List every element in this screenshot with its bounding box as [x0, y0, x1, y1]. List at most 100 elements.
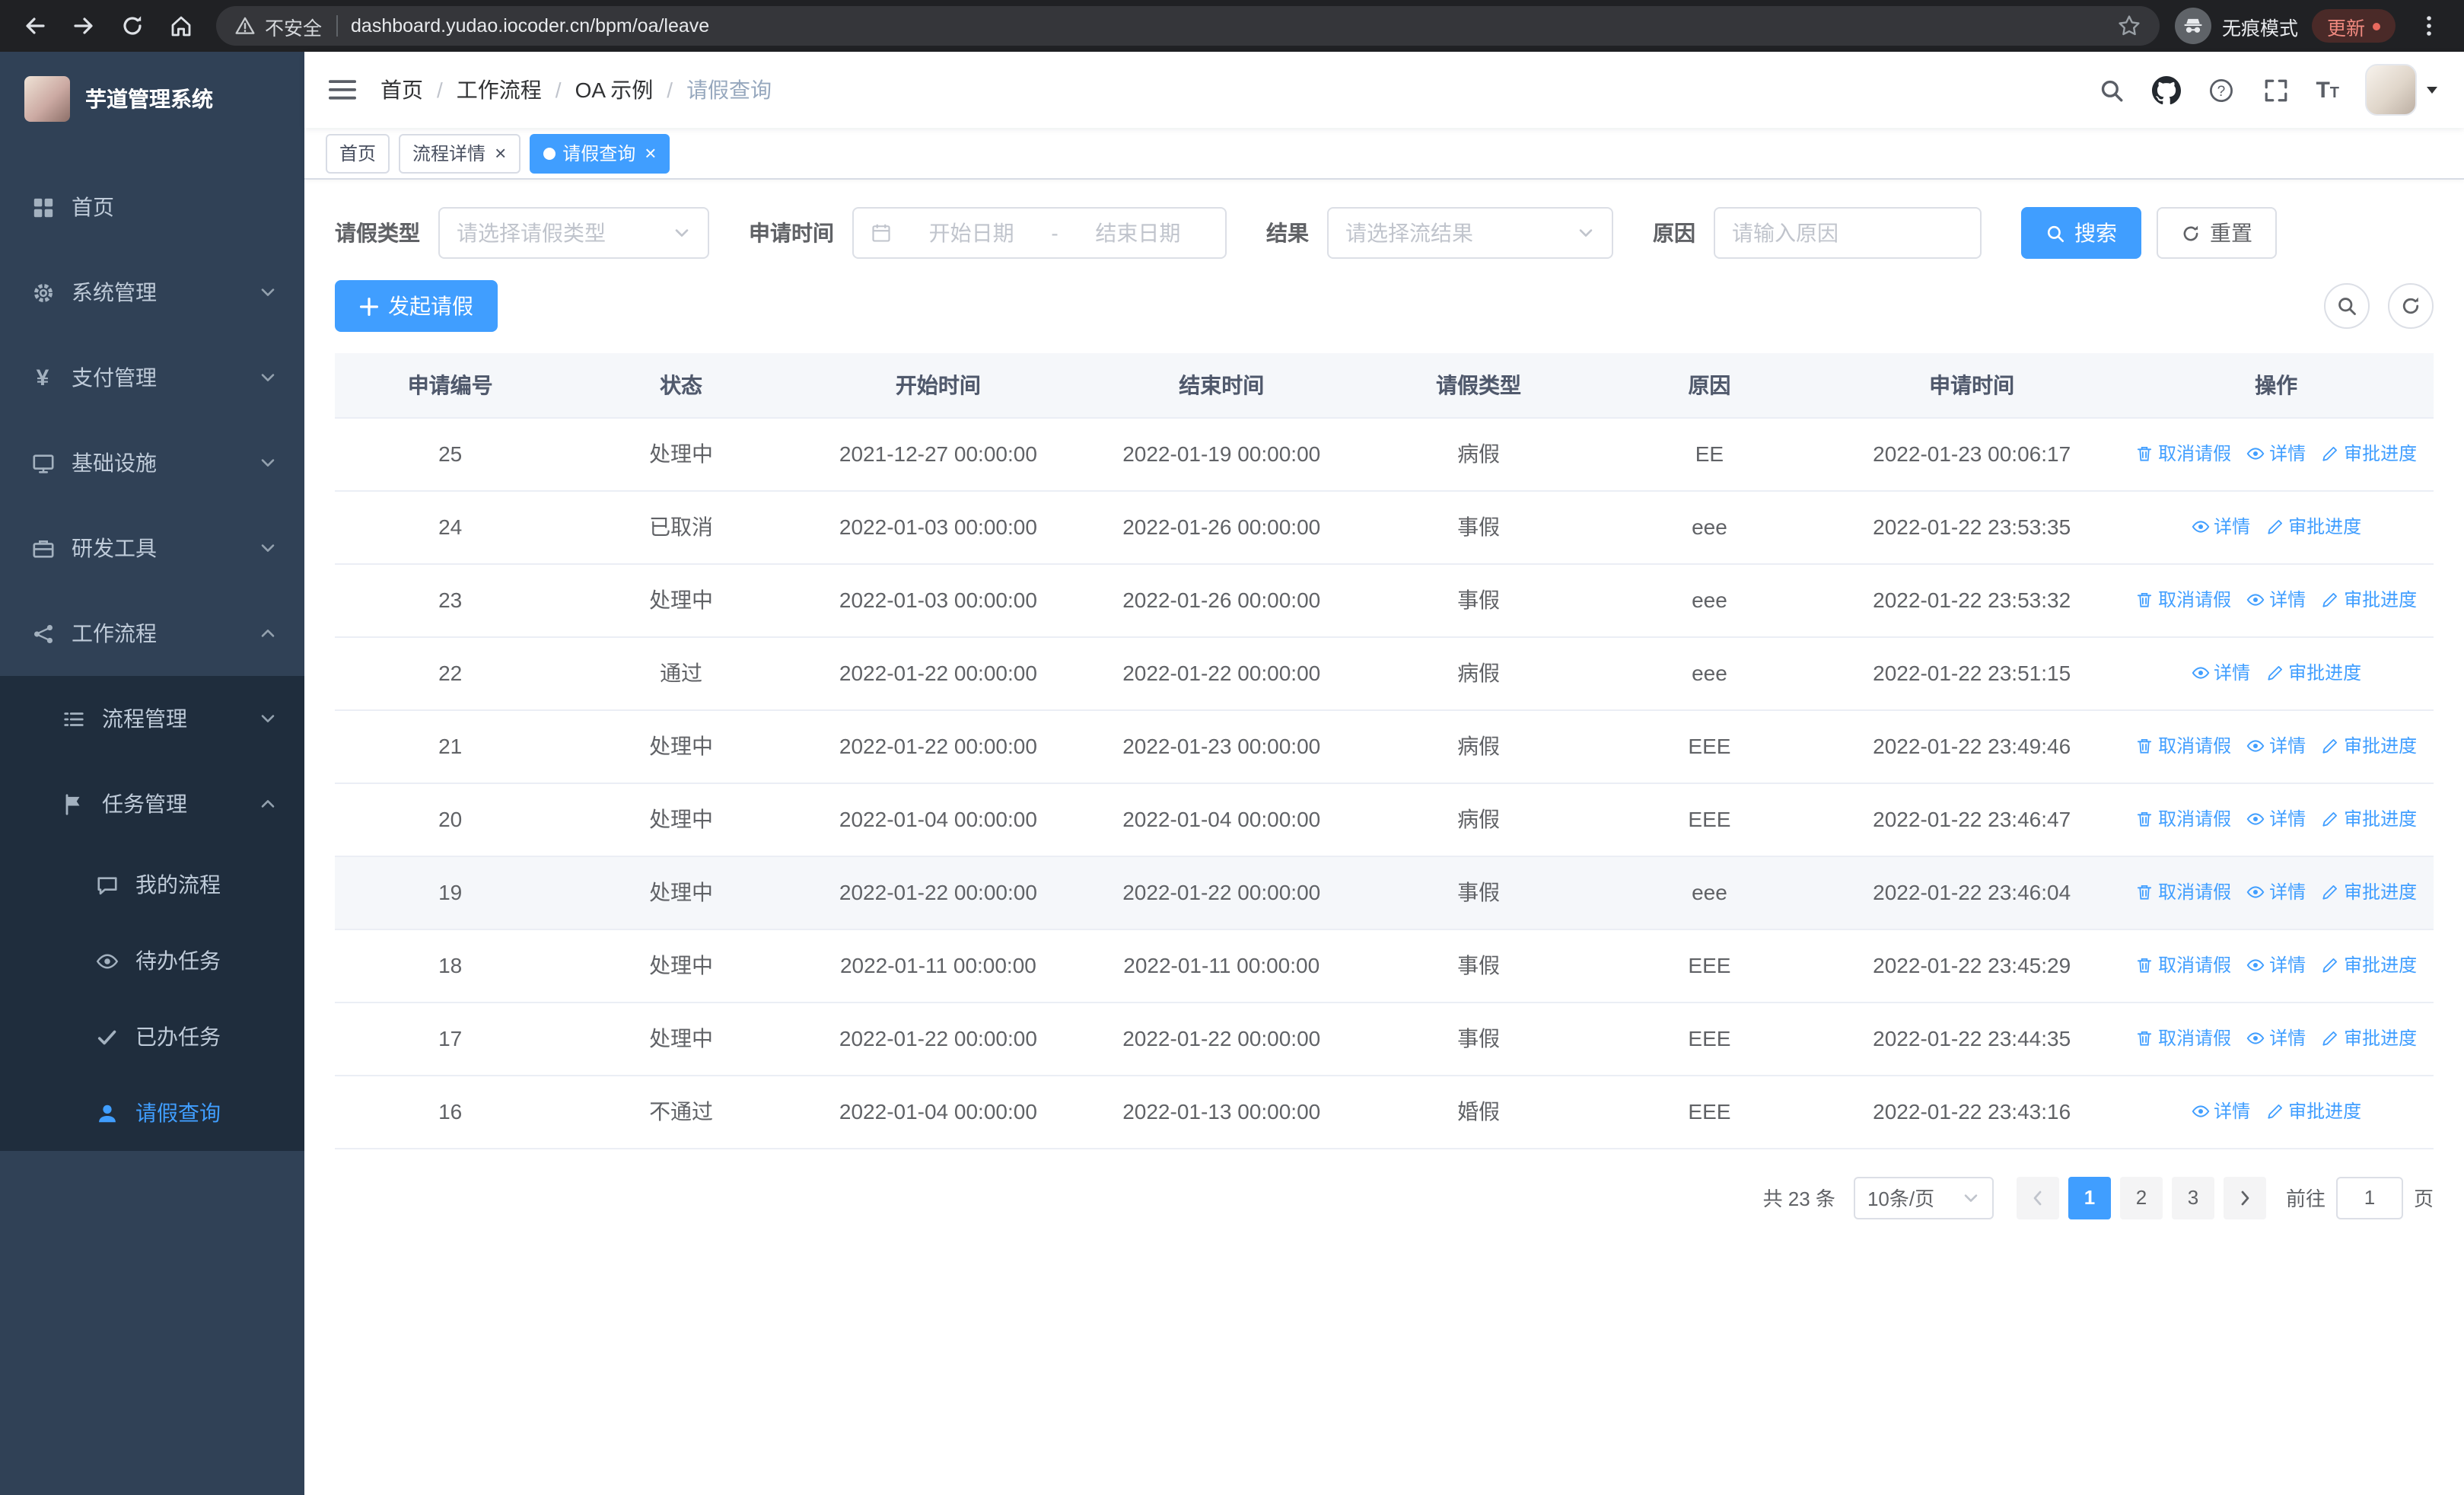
table-row[interactable]: 16 不通过 2022-01-04 00:00:00 2022-01-13 00:00…	[335, 1075, 2434, 1149]
goto-page-input[interactable]	[2335, 1176, 2403, 1219]
sidebar-item-0[interactable]: 首页	[0, 164, 304, 250]
sidebar-item-4[interactable]: 研发工具	[0, 505, 304, 591]
date-range-input[interactable]: 开始日期 - 结束日期	[852, 207, 1227, 259]
action-detail[interactable]: 详情	[2246, 806, 2306, 832]
logo[interactable]: 芋道管理系统	[0, 52, 304, 146]
table-row[interactable]: 24 已取消 2022-01-03 00:00:00 2022-01-26 00:00…	[335, 490, 2434, 564]
table-cell: 2022-01-03 00:00:00	[796, 490, 1081, 564]
action-progress[interactable]: 审批进度	[2321, 952, 2417, 978]
help-icon[interactable]: ?	[2206, 75, 2235, 104]
result-select[interactable]: 请选择流结果	[1327, 207, 1613, 259]
sidebar-item-3[interactable]: 基础设施	[0, 420, 304, 505]
fullscreen-icon[interactable]	[2261, 75, 2290, 104]
table-row[interactable]: 18 处理中 2022-01-11 00:00:00 2022-01-11 00:00…	[335, 929, 2434, 1003]
update-button[interactable]: 更新	[2311, 9, 2396, 43]
date-end-placeholder: 结束日期	[1095, 221, 1181, 245]
create-leave-button[interactable]: 发起请假	[335, 280, 498, 332]
close-icon[interactable]: ×	[495, 143, 506, 163]
action-progress[interactable]: 审批进度	[2321, 587, 2417, 613]
sidebar-item-11[interactable]: 请假查询	[0, 1075, 304, 1151]
table-row[interactable]: 22 通过 2022-01-22 00:00:00 2022-01-22 00:00:…	[335, 636, 2434, 710]
action-cancel[interactable]: 取消请假	[2135, 441, 2231, 467]
tab-1[interactable]: 流程详情 ×	[399, 133, 520, 173]
page-button-2[interactable]: 2	[2119, 1176, 2163, 1219]
table-cell: 2022-01-19 00:00:00	[1080, 417, 1364, 491]
leave-type-select[interactable]: 请选择请假类型	[438, 207, 709, 259]
browser-reload-button[interactable]	[113, 6, 152, 46]
github-icon[interactable]	[2151, 75, 2181, 104]
reset-button[interactable]: 重置	[2157, 207, 2277, 259]
action-label: 详情	[2214, 1101, 2251, 1123]
action-cancel[interactable]: 取消请假	[2135, 587, 2231, 613]
sidebar-item-1[interactable]: 系统管理	[0, 250, 304, 335]
action-progress[interactable]: 审批进度	[2265, 514, 2361, 540]
chevron-down-icon	[1577, 224, 1595, 242]
action-progress[interactable]: 审批进度	[2265, 1098, 2361, 1124]
hide-search-button[interactable]	[2324, 283, 2370, 329]
goto-suffix: 页	[2413, 1187, 2434, 1210]
chevron-down-icon	[259, 539, 277, 557]
action-cancel[interactable]: 取消请假	[2135, 733, 2231, 759]
browser-back-button[interactable]	[15, 6, 55, 46]
table-row[interactable]: 21 处理中 2022-01-22 00:00:00 2022-01-23 00:00…	[335, 709, 2434, 783]
page-size-select[interactable]: 10条/页	[1853, 1176, 1994, 1219]
sidebar-item-9[interactable]: 待办任务	[0, 923, 304, 999]
breadcrumb-item[interactable]: 首页	[380, 75, 423, 105]
browser-home-button[interactable]	[161, 6, 201, 46]
action-cancel[interactable]: 取消请假	[2135, 952, 2231, 978]
action-detail[interactable]: 详情	[2246, 879, 2306, 905]
sidebar-item-2[interactable]: ¥ 支付管理	[0, 335, 304, 420]
browser-menu-icon[interactable]	[2409, 6, 2449, 46]
table-cell: 2022-01-23 00:00:00	[1080, 709, 1364, 783]
address-bar[interactable]: 不安全 dashboard.yudao.iocoder.cn/bpm/oa/le…	[216, 6, 2160, 46]
sidebar-toggle-icon[interactable]	[304, 78, 380, 102]
user-menu[interactable]	[2365, 64, 2440, 116]
prev-page-button[interactable]	[2016, 1176, 2059, 1219]
action-detail[interactable]: 详情	[2246, 441, 2306, 467]
action-progress[interactable]: 审批进度	[2265, 660, 2361, 686]
action-progress[interactable]: 审批进度	[2321, 441, 2417, 467]
action-cancel[interactable]: 取消请假	[2135, 1025, 2231, 1051]
sidebar-item-10[interactable]: 已办任务	[0, 999, 304, 1075]
action-detail[interactable]: 详情	[2246, 1025, 2306, 1051]
browser-forward-button[interactable]	[64, 6, 103, 46]
action-detail[interactable]: 详情	[2246, 952, 2306, 978]
tab-2[interactable]: 请假查询 ×	[529, 133, 670, 173]
sidebar-item-7[interactable]: 任务管理	[0, 761, 304, 846]
action-detail[interactable]: 详情	[2191, 514, 2250, 540]
action-progress[interactable]: 审批进度	[2321, 733, 2417, 759]
bookmark-star-icon[interactable]	[2117, 14, 2141, 38]
breadcrumb-item[interactable]: OA 示例	[575, 75, 654, 105]
action-detail[interactable]: 详情	[2191, 660, 2250, 686]
action-progress[interactable]: 审批进度	[2321, 879, 2417, 905]
close-icon[interactable]: ×	[645, 143, 656, 163]
table-row[interactable]: 23 处理中 2022-01-03 00:00:00 2022-01-26 00:00…	[335, 563, 2434, 637]
page-button-3[interactable]: 3	[2171, 1176, 2214, 1219]
next-page-button[interactable]	[2223, 1176, 2266, 1219]
table-row[interactable]: 19 处理中 2022-01-22 00:00:00 2022-01-22 00:00…	[335, 856, 2434, 929]
action-progress[interactable]: 审批进度	[2321, 806, 2417, 832]
sidebar-item-6[interactable]: 流程管理	[0, 676, 304, 761]
table-row[interactable]: 20 处理中 2022-01-04 00:00:00 2022-01-04 00:00…	[335, 783, 2434, 856]
action-cancel[interactable]: 取消请假	[2135, 806, 2231, 832]
font-size-icon[interactable]: TT	[2316, 78, 2339, 101]
table-cell: 19	[335, 856, 566, 929]
header-search-icon[interactable]	[2096, 75, 2125, 104]
breadcrumb-item[interactable]: 工作流程	[457, 75, 542, 105]
action-detail[interactable]: 详情	[2246, 587, 2306, 613]
action-cancel[interactable]: 取消请假	[2135, 879, 2231, 905]
sidebar-item-8[interactable]: 我的流程	[0, 846, 304, 923]
reason-input[interactable]	[1732, 221, 1963, 245]
table-row[interactable]: 17 处理中 2022-01-22 00:00:00 2022-01-22 00:00…	[335, 1002, 2434, 1076]
table-row[interactable]: 25 处理中 2021-12-27 00:00:00 2022-01-19 00:00…	[335, 417, 2434, 491]
refresh-table-button[interactable]	[2388, 283, 2434, 329]
action-progress[interactable]: 审批进度	[2321, 1025, 2417, 1051]
search-button[interactable]: 搜索	[2021, 207, 2141, 259]
sidebar-item-5[interactable]: 工作流程	[0, 591, 304, 676]
tab-0[interactable]: 首页	[326, 133, 390, 173]
page-button-1[interactable]: 1	[2068, 1176, 2111, 1219]
action-detail[interactable]: 详情	[2246, 733, 2306, 759]
action-detail[interactable]: 详情	[2191, 1098, 2250, 1124]
action-label: 详情	[2214, 516, 2251, 538]
list-icon	[61, 706, 85, 731]
